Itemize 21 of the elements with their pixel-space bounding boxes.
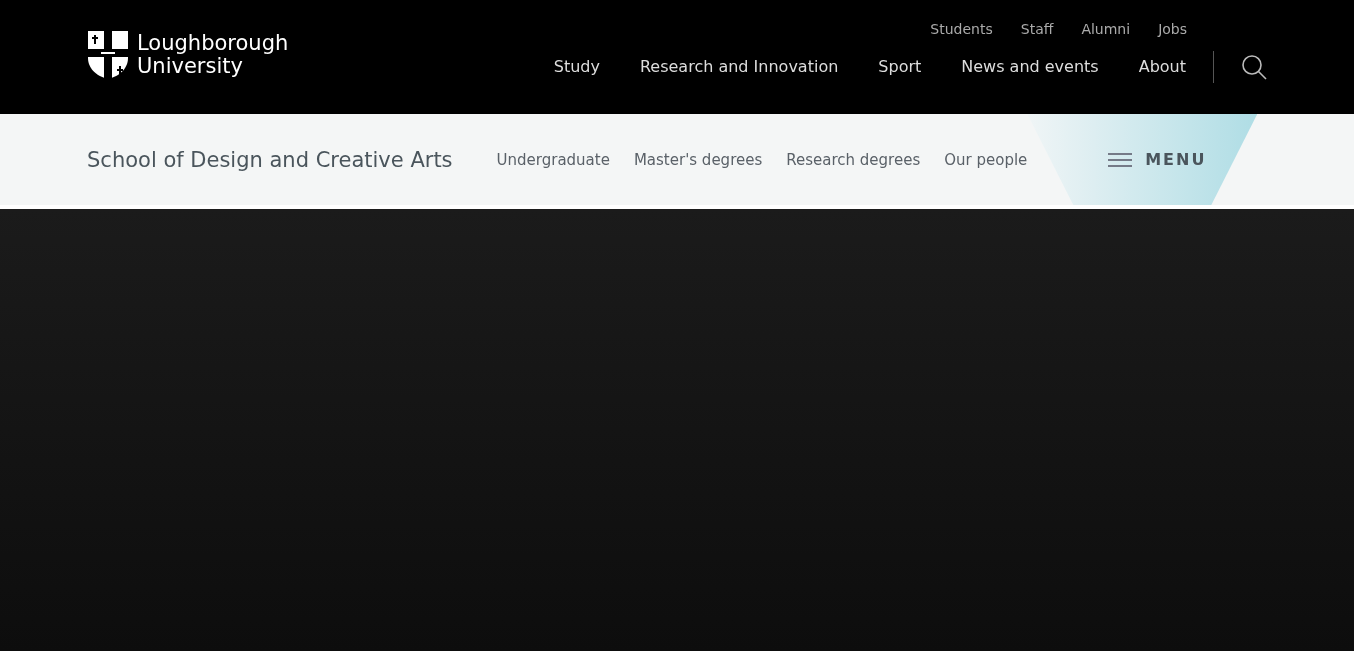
nav-link[interactable]: News and events xyxy=(961,56,1099,78)
utility-link[interactable]: Staff xyxy=(1020,19,1054,39)
utility-link[interactable]: Alumni xyxy=(1081,19,1131,39)
school-nav-link[interactable]: Research degrees xyxy=(786,150,921,169)
menu-button[interactable]: MENU xyxy=(1027,114,1258,205)
logo-text: University xyxy=(137,55,244,78)
school-nav-link[interactable]: Master's degrees xyxy=(633,150,763,169)
nav-link[interactable]: Sport xyxy=(878,56,922,78)
search-icon[interactable] xyxy=(1241,54,1267,80)
utility-link[interactable]: Students xyxy=(930,19,993,39)
nav-link[interactable]: About xyxy=(1138,56,1186,78)
school-nav-link[interactable]: Our people xyxy=(944,150,1028,169)
nav-link[interactable]: Research and Innovation xyxy=(639,56,839,78)
school-title[interactable]: School of Design and Creative Arts xyxy=(87,147,453,172)
logo-text: Loughborough xyxy=(137,32,289,55)
utility-link[interactable]: Jobs xyxy=(1158,19,1187,39)
crest-icon xyxy=(87,30,129,80)
university-logo[interactable]: Loughborough University xyxy=(87,30,289,80)
hamburger-icon xyxy=(1108,152,1133,167)
school-nav-link[interactable]: Undergraduate xyxy=(496,150,610,169)
nav-link[interactable]: Study xyxy=(553,56,600,78)
